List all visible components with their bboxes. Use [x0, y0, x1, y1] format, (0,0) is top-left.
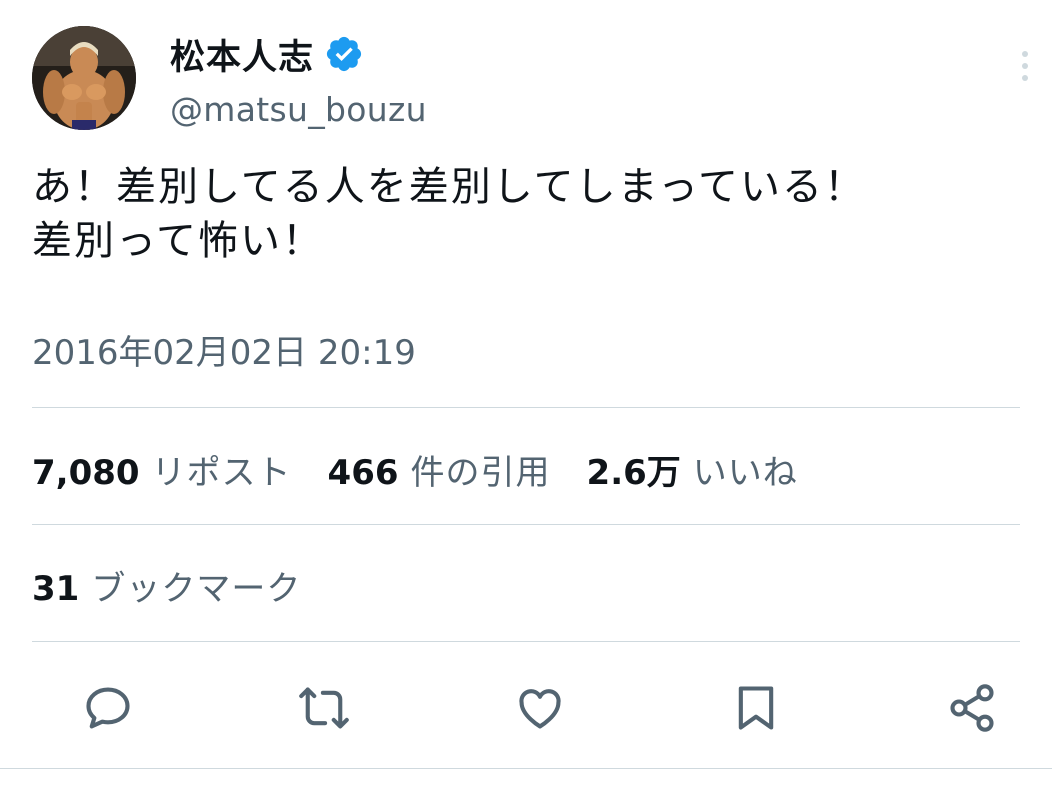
repost-count[interactable]: 7,080 リポスト: [32, 445, 292, 494]
action-bar: [0, 672, 1052, 742]
avatar[interactable]: [32, 26, 136, 130]
bookmark-count-value: 31: [32, 568, 80, 609]
more-options-icon[interactable]: [1015, 48, 1035, 88]
reply-icon[interactable]: [80, 680, 136, 736]
tweet-text-line: 差別って怖い！: [32, 218, 324, 264]
repost-count-value: 7,080: [32, 452, 140, 493]
bookmark-icon[interactable]: [728, 680, 784, 736]
tweet-text-line: あ！差別してる人を差別してしまっている！: [32, 164, 866, 210]
verified-badge-icon[interactable]: [324, 34, 364, 74]
divider: [32, 524, 1020, 525]
like-icon[interactable]: [512, 680, 568, 736]
like-count[interactable]: 2.6万 いいね: [587, 445, 798, 494]
repost-count-label: リポスト: [151, 452, 292, 493]
author-info: 松本人志 @matsu_bouzu: [170, 30, 427, 129]
bookmark-count[interactable]: 31 ブックマーク: [32, 561, 301, 610]
divider: [32, 641, 1020, 642]
display-name[interactable]: 松本人志: [170, 29, 314, 80]
tweet-timestamp[interactable]: 2016年02月02日 20:19: [32, 325, 416, 374]
quote-count[interactable]: 466 件の引用: [328, 445, 551, 494]
quote-count-label: 件の引用: [410, 452, 551, 493]
like-count-value: 2.6万: [586, 452, 681, 493]
name-row: 松本人志: [170, 30, 427, 78]
bookmark-count-label: ブックマーク: [91, 568, 302, 609]
muscle-figure-icon: [32, 26, 136, 130]
share-icon[interactable]: [944, 680, 1000, 736]
divider: [32, 407, 1020, 408]
bookmark-stats: 31 ブックマーク: [32, 560, 337, 610]
tweet-header: 松本人志 @matsu_bouzu: [32, 26, 1032, 134]
repost-icon[interactable]: [296, 680, 352, 736]
like-count-label: いいね: [692, 452, 798, 493]
engagement-stats: 7,080 リポスト 466 件の引用 2.6万 いいね: [32, 444, 834, 494]
divider: [0, 768, 1052, 769]
quote-count-value: 466: [327, 452, 399, 493]
author-handle[interactable]: @matsu_bouzu: [170, 90, 427, 129]
tweet-text: あ！差別してる人を差別してしまっている！ 差別って怖い！: [32, 160, 1032, 268]
